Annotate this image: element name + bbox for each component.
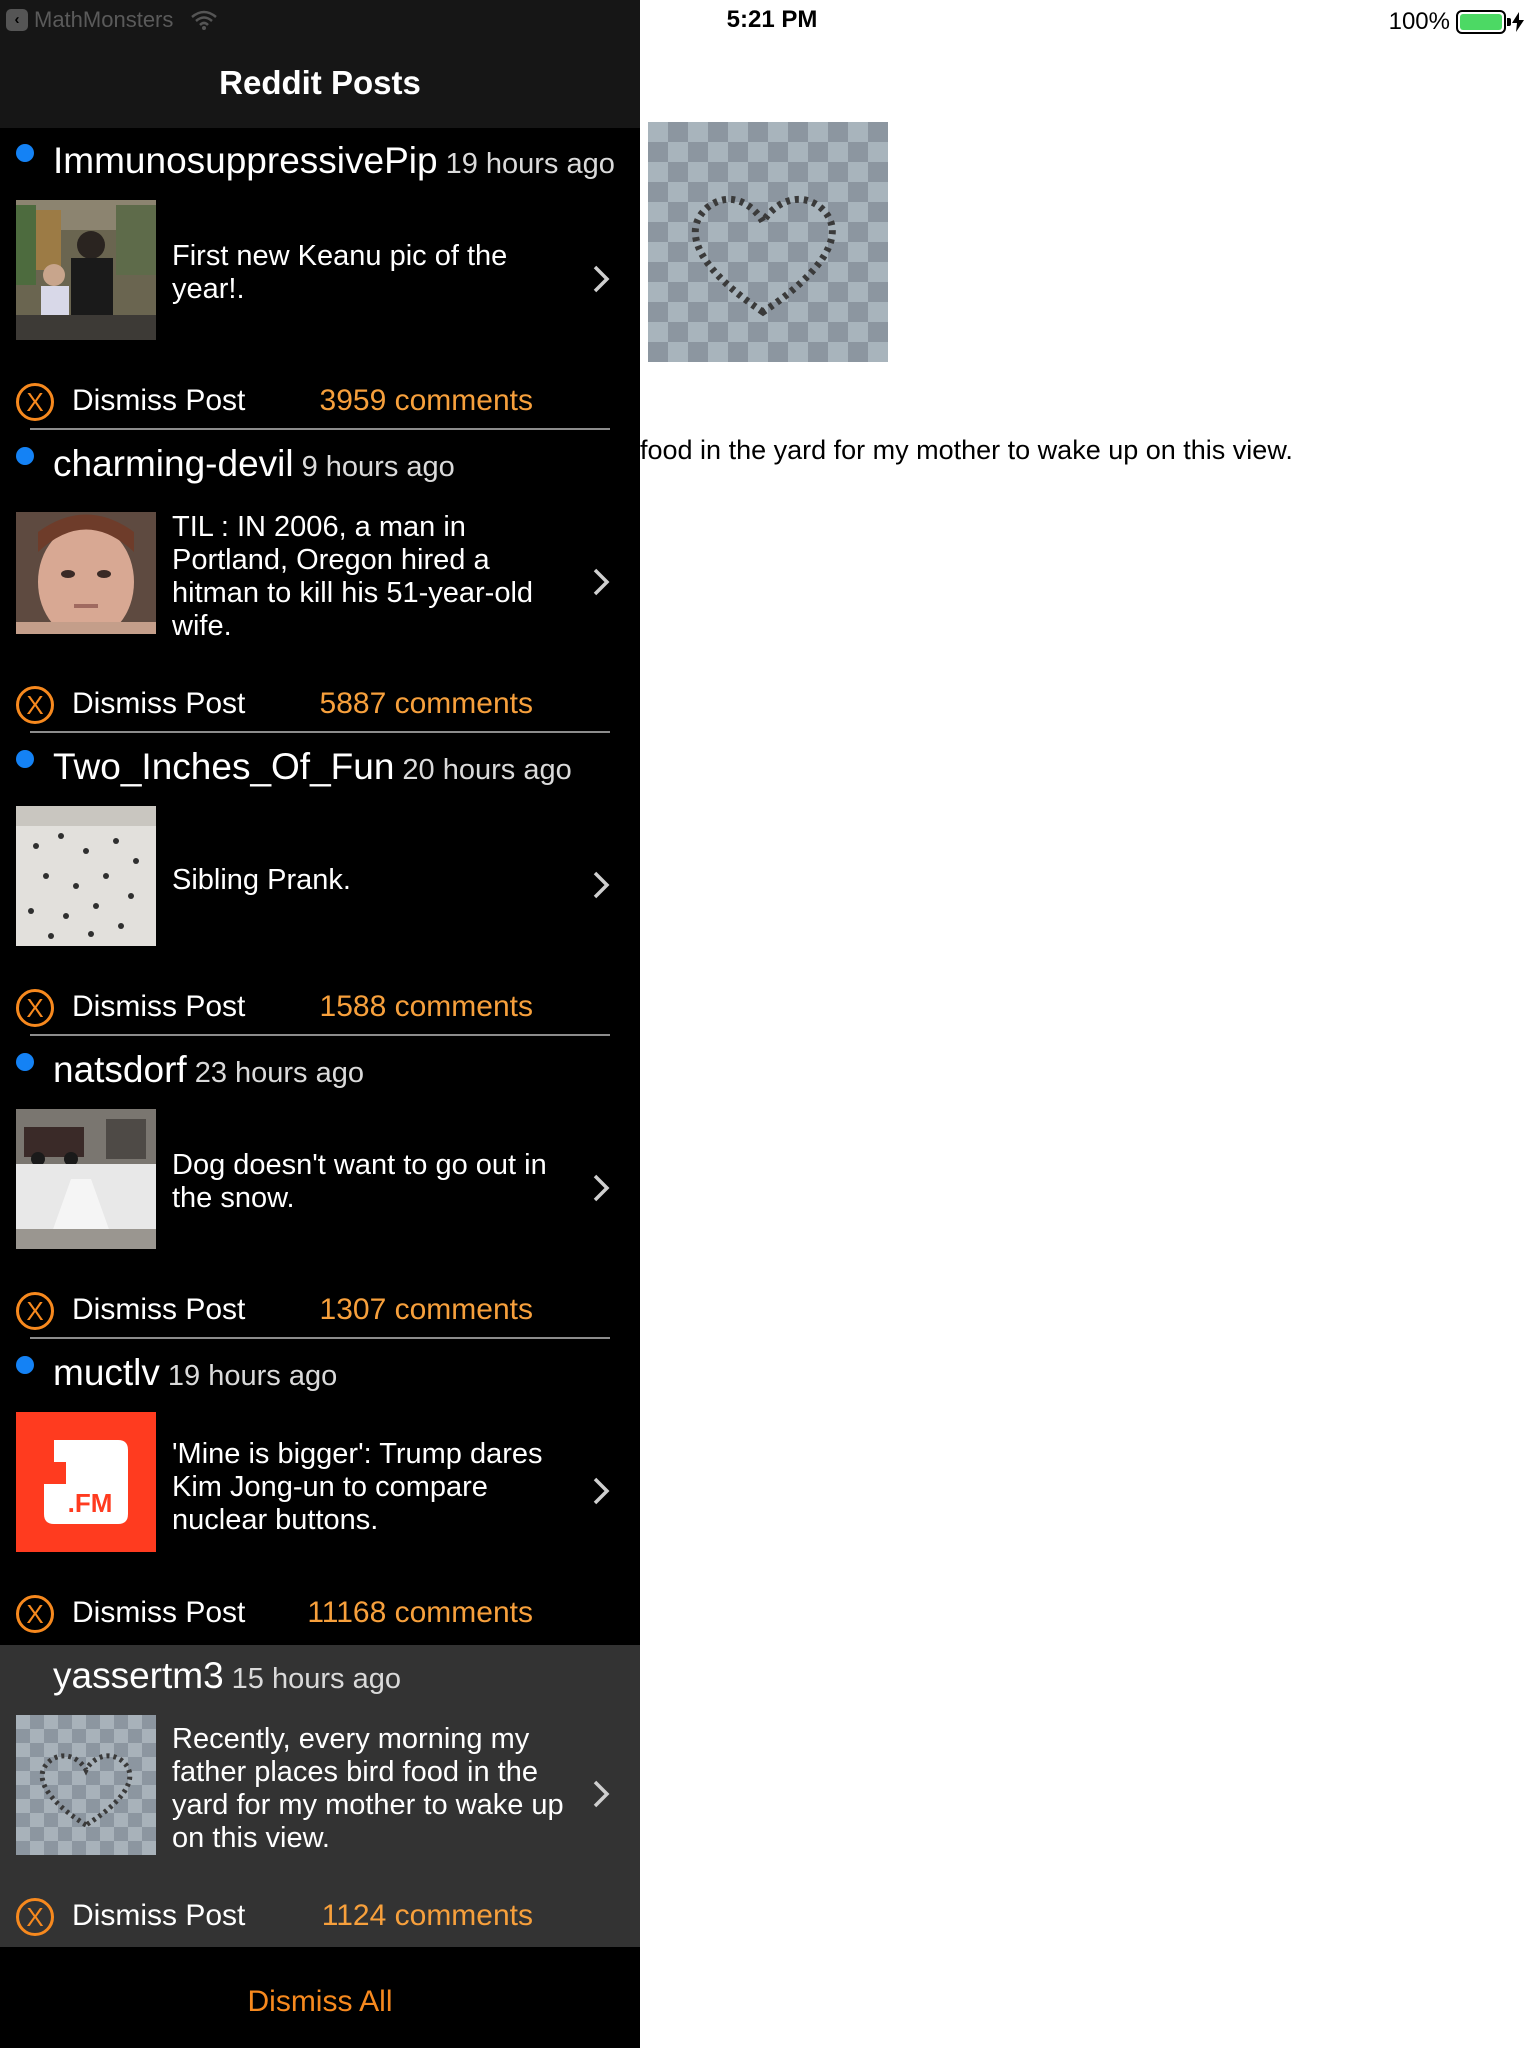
status-bar: ‹ MathMonsters 5:21 PM 100%: [0, 0, 1536, 40]
chevron-right-icon: [593, 871, 610, 899]
post-thumbnail: [16, 1715, 156, 1855]
thumb-logo-text: .FM: [68, 1488, 113, 1518]
post-time: 20 hours ago: [402, 754, 572, 786]
battery-percent: 100%: [1388, 8, 1450, 35]
dismiss-icon[interactable]: X: [16, 1898, 54, 1936]
post-author: ImmunosuppressivePip: [53, 140, 438, 181]
post-header: muctlv 19 hours ago: [53, 1352, 337, 1394]
post-author: Two_Inches_Of_Fun: [53, 746, 395, 787]
post-time: 23 hours ago: [194, 1057, 365, 1089]
post-title: First new Keanu pic of the year!.: [172, 240, 508, 305]
post-time: 15 hours ago: [231, 1663, 401, 1695]
chevron-right-icon: [593, 1477, 610, 1505]
dismiss-all-button[interactable]: Dismiss All: [0, 1985, 640, 2019]
post-author: yassertm3: [53, 1655, 224, 1696]
post-row[interactable]: Two_Inches_Of_Fun 20 hours ago Sibling Pr…: [0, 606, 640, 1027]
post-header: ImmunosuppressivePip 19 hours ago: [53, 140, 615, 182]
chevron-right-icon: [593, 1174, 610, 1202]
post-time: 9 hours ago: [301, 451, 455, 483]
chevron-right-icon: [593, 1780, 610, 1808]
post-author: muctlv: [53, 1352, 160, 1393]
post-header: Two_Inches_Of_Fun 20 hours ago: [53, 746, 572, 788]
battery-tip: [1507, 18, 1511, 26]
unread-indicator: [16, 750, 34, 768]
battery-status: 100%: [1389, 8, 1524, 36]
detail-body-text: food in the yard for my mother to wake u…: [640, 435, 1293, 465]
detail-image: [648, 122, 888, 362]
comments-count: 1124 comments: [321, 1899, 533, 1932]
unread-indicator: [16, 1356, 34, 1374]
post-author: natsdorf: [53, 1049, 187, 1090]
post-time: 19 hours ago: [445, 148, 615, 180]
post-header: natsdorf 23 hours ago: [53, 1049, 364, 1091]
battery-icon: [1456, 10, 1511, 34]
post-title: Sibling Prank.: [172, 864, 351, 896]
post-title: Recently, every morning my father places…: [172, 1723, 564, 1854]
charging-bolt-icon: [1512, 12, 1524, 32]
post-row[interactable]: natsdorf 23 hours ago Dog doesn't want to…: [0, 909, 640, 1330]
post-row-content: yassertm3 15 hours ago Recently, every m…: [0, 1515, 640, 1936]
chevron-right-icon: [593, 568, 610, 596]
post-title: Dog doesn't want to go out in the snow.: [172, 1149, 547, 1214]
dismiss-post-button[interactable]: Dismiss Post: [72, 1899, 245, 1933]
battery-fill: [1460, 14, 1502, 30]
post-row[interactable]: ImmunosuppressivePip 19 hours ago First n…: [0, 0, 640, 421]
status-time: 5:21 PM: [726, 6, 818, 33]
chevron-right-icon: [593, 265, 610, 293]
post-row-content: charming-devil 9 hours ago TIL : IN 2006,…: [0, 303, 640, 724]
post-row[interactable]: muctlv 19 hours ago .FM 'Mine is bigger':…: [0, 1212, 640, 1633]
unread-indicator: [16, 144, 34, 162]
post-header: charming-devil 9 hours ago: [53, 443, 455, 485]
post-header: yassertm3 15 hours ago: [53, 1655, 401, 1697]
reddit-posts-sidebar: Reddit Posts ImmunosuppressivePip 19 hour…: [0, 0, 640, 2048]
post-time: 19 hours ago: [167, 1360, 338, 1392]
unread-indicator: [16, 1053, 34, 1071]
post-author: charming-devil: [53, 443, 294, 484]
